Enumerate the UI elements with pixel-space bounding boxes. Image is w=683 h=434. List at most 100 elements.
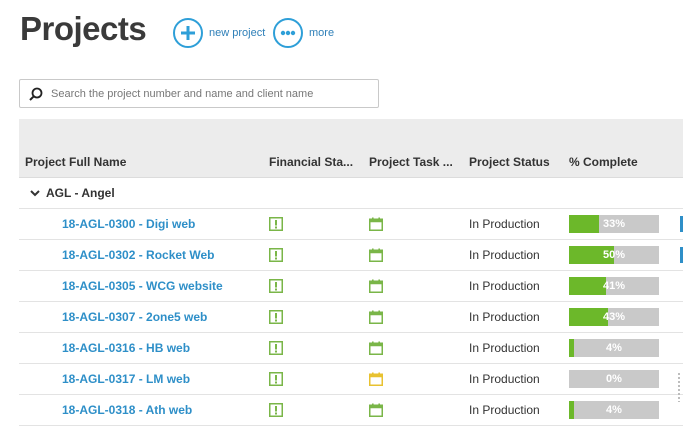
column-header-financial-status[interactable]: Financial Sta... (269, 155, 369, 169)
cell-percent-complete: 43% (569, 308, 683, 326)
cell-project-name: 18-AGL-0302 - Rocket Web (19, 246, 269, 264)
calendar-icon[interactable] (369, 248, 383, 262)
cell-percent-complete: 4% (569, 339, 683, 357)
cell-project-status: In Production (469, 370, 569, 388)
cell-project-status: In Production (469, 401, 569, 419)
cell-financial-status (269, 341, 369, 355)
exclamation-square-icon[interactable] (269, 248, 283, 262)
progress-bar: 41% (569, 277, 659, 295)
grid-header: Project Full Name Financial Sta... Proje… (19, 147, 683, 178)
table-row[interactable]: 18-AGL-0302 - Rocket Web In Production 5… (19, 240, 683, 271)
cell-project-status: In Production (469, 277, 569, 295)
project-status: In Production (469, 279, 540, 293)
cell-percent-complete: 4% (569, 401, 683, 419)
progress-label: 0% (606, 373, 622, 385)
cell-project-name: 18-AGL-0307 - 2one5 web (19, 308, 269, 326)
cell-project-task (369, 310, 469, 324)
cell-percent-complete: 50% (569, 246, 683, 264)
cell-project-name: 18-AGL-0305 - WCG website (19, 277, 269, 295)
project-status: In Production (469, 403, 540, 417)
exclamation-square-icon[interactable] (269, 403, 283, 417)
cell-financial-status (269, 217, 369, 231)
ellipsis-circle-icon (273, 18, 303, 48)
table-body: 18-AGL-0300 - Digi web In Production 33%… (19, 209, 683, 426)
project-status: In Production (469, 310, 540, 324)
progress-label: 33% (602, 218, 626, 230)
cell-project-task (369, 217, 469, 231)
exclamation-square-icon[interactable] (269, 279, 283, 293)
cell-percent-complete: 33% (569, 215, 683, 233)
table-row[interactable]: 18-AGL-0305 - WCG website In Production (19, 271, 683, 302)
group-row[interactable]: AGL - Angel (19, 178, 683, 209)
calendar-icon[interactable] (369, 372, 383, 386)
calendar-icon[interactable] (369, 217, 383, 231)
project-link[interactable]: 18-AGL-0300 - Digi web (62, 217, 195, 231)
table-row[interactable]: 18-AGL-0316 - HB web In Production 4% (19, 333, 683, 364)
grid-toolbar (19, 119, 683, 147)
table-row[interactable]: 18-AGL-0317 - LM web In Production 0% (19, 364, 683, 395)
more-label: more (309, 27, 335, 39)
progress-label: 4% (606, 404, 622, 416)
progress-bar: 0% (569, 370, 659, 388)
cell-financial-status (269, 372, 369, 386)
cell-project-status: In Production (469, 339, 569, 357)
exclamation-square-icon[interactable] (269, 341, 283, 355)
project-status: In Production (469, 372, 540, 386)
exclamation-square-icon[interactable] (269, 372, 283, 386)
project-link[interactable]: 18-AGL-0317 - LM web (62, 372, 190, 386)
cell-project-name: 18-AGL-0317 - LM web (19, 370, 269, 388)
progress-bar: 43% (569, 308, 659, 326)
cell-project-status: In Production (469, 246, 569, 264)
cell-financial-status (269, 279, 369, 293)
progress-bar: 33% (569, 215, 659, 233)
resize-grip[interactable] (677, 372, 681, 402)
cell-percent-complete: 41% (569, 277, 683, 295)
projects-grid: Project Full Name Financial Sta... Proje… (19, 119, 683, 434)
progress-label: 41% (602, 280, 626, 292)
cell-percent-complete: 0% (569, 370, 683, 388)
cell-financial-status (269, 403, 369, 417)
search-input[interactable] (51, 87, 371, 100)
cell-project-name: 18-AGL-0318 - Ath web (19, 401, 269, 419)
cell-project-task (369, 403, 469, 417)
calendar-icon[interactable] (369, 341, 383, 355)
project-status: In Production (469, 341, 540, 355)
cell-project-task (369, 372, 469, 386)
column-header-project-status[interactable]: Project Status (469, 155, 569, 169)
progress-bar: 50% (569, 246, 659, 264)
exclamation-square-icon[interactable] (269, 310, 283, 324)
column-header-percent-complete[interactable]: % Complete (569, 155, 683, 169)
column-header-project-full-name[interactable]: Project Full Name (19, 155, 269, 169)
project-link[interactable]: 18-AGL-0307 - 2one5 web (62, 310, 207, 324)
group-name: AGL - Angel (46, 186, 115, 200)
chevron-down-icon[interactable] (29, 187, 41, 199)
table-row[interactable]: 18-AGL-0318 - Ath web In Production 4% (19, 395, 683, 426)
column-header-project-task[interactable]: Project Task ... (369, 155, 469, 169)
project-status: In Production (469, 248, 540, 262)
cell-project-task (369, 341, 469, 355)
project-link[interactable]: 18-AGL-0318 - Ath web (62, 403, 192, 417)
project-link[interactable]: 18-AGL-0302 - Rocket Web (62, 248, 215, 262)
calendar-icon[interactable] (369, 310, 383, 324)
cell-project-task (369, 248, 469, 262)
progress-bar: 4% (569, 401, 659, 419)
cell-financial-status (269, 310, 369, 324)
search-icon (29, 87, 43, 101)
table-row[interactable]: 18-AGL-0300 - Digi web In Production 33% (19, 209, 683, 240)
progress-label: 43% (602, 311, 626, 323)
exclamation-square-icon[interactable] (269, 217, 283, 231)
progress-bar: 4% (569, 339, 659, 357)
project-link[interactable]: 18-AGL-0316 - HB web (62, 341, 190, 355)
cell-project-task (369, 279, 469, 293)
project-status: In Production (469, 217, 540, 231)
calendar-icon[interactable] (369, 279, 383, 293)
more-button[interactable]: more (273, 18, 334, 48)
new-project-label: new project (209, 27, 266, 39)
search-box[interactable] (19, 79, 379, 108)
new-project-button[interactable]: new project (173, 18, 265, 48)
cell-financial-status (269, 248, 369, 262)
cell-project-name: 18-AGL-0316 - HB web (19, 339, 269, 357)
project-link[interactable]: 18-AGL-0305 - WCG website (62, 279, 223, 293)
table-row[interactable]: 18-AGL-0307 - 2one5 web In Production 43… (19, 302, 683, 333)
calendar-icon[interactable] (369, 403, 383, 417)
